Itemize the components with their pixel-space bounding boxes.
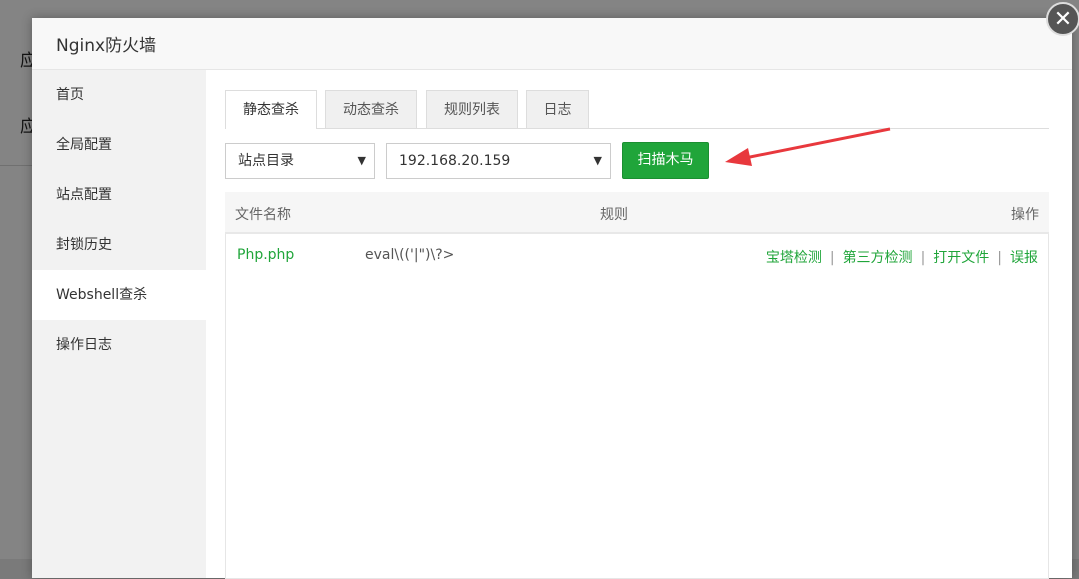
sidebar-item-home[interactable]: 首页 [32,70,206,120]
sidebar-item-global-config[interactable]: 全局配置 [32,120,206,170]
firewall-dialog: Nginx防火墙 首页 全局配置 站点配置 封锁历史 Webshell查杀 操作… [32,18,1072,579]
sidebar-item-label: 封锁历史 [56,237,112,253]
row-actions: 宝塔检测 | 第三方检测 | 打开文件 | 误报 [766,247,1038,267]
sidebar-item-label: 首页 [56,87,84,103]
scan-trojan-button[interactable]: 扫描木马 [622,142,709,179]
dialog-header: Nginx防火墙 [32,18,1072,70]
tab-log[interactable]: 日志 [526,90,589,128]
table-row: Php.php eval\(('|")\?> 宝塔检测 | 第三方检测 | 打开文件 | 误… [226,234,1048,278]
table-header: 文件名称 规则 操作 [225,192,1049,234]
scope-select[interactable]: 站点目录 ▼ [225,143,375,179]
tab-dynamic-scan[interactable]: 动态查杀 [325,90,417,128]
rule-cell: eval\(('|")\?> [365,247,455,263]
third-party-check-link[interactable]: 第三方检测 [843,250,913,266]
scope-select-value: 站点目录 [238,153,294,169]
site-select-value: 192.168.20.159 [399,153,511,169]
file-name-cell: Php.php [237,247,295,263]
open-file-link[interactable]: 打开文件 [933,250,989,266]
caret-down-icon: ▼ [357,154,366,167]
tab-bar: 静态查杀 动态查杀 规则列表 日志 [225,90,1049,129]
sidebar-item-label: 站点配置 [56,187,112,203]
false-positive-link[interactable]: 误报 [1010,250,1038,266]
tab-rule-list[interactable]: 规则列表 [426,90,518,128]
column-header-action: 操作 [1011,207,1039,223]
separator: | [829,250,835,266]
sidebar-item-label: Webshell查杀 [56,287,148,303]
column-header-rule: 规则 [600,207,628,223]
main-panel: 静态查杀 动态查杀 规则列表 日志 站点目录 ▼ 192.168.20.159 … [206,70,1072,579]
sidebar-item-label: 全局配置 [56,137,112,153]
bt-check-link[interactable]: 宝塔检测 [766,250,822,266]
results-table: Php.php eval\(('|")\?> 宝塔检测 | 第三方检测 | 打开文件 | 误… [225,234,1049,579]
sidebar-item-label: 操作日志 [56,337,112,353]
sidebar-item-block-history[interactable]: 封锁历史 [32,220,206,270]
column-header-file-name: 文件名称 [235,207,291,223]
caret-down-icon: ▼ [593,154,602,167]
dialog-title: Nginx防火墙 [56,36,157,56]
close-icon[interactable]: ✕ [1046,2,1079,36]
sidebar: 首页 全局配置 站点配置 封锁历史 Webshell查杀 操作日志 [32,70,206,578]
tab-static-scan[interactable]: 静态查杀 [225,90,317,129]
separator: | [997,250,1002,266]
sidebar-item-site-config[interactable]: 站点配置 [32,170,206,220]
separator: | [920,250,926,266]
sidebar-item-operation-log[interactable]: 操作日志 [32,320,206,370]
sidebar-item-webshell-scan[interactable]: Webshell查杀 [32,270,206,320]
site-select[interactable]: 192.168.20.159 ▼ [386,143,611,179]
